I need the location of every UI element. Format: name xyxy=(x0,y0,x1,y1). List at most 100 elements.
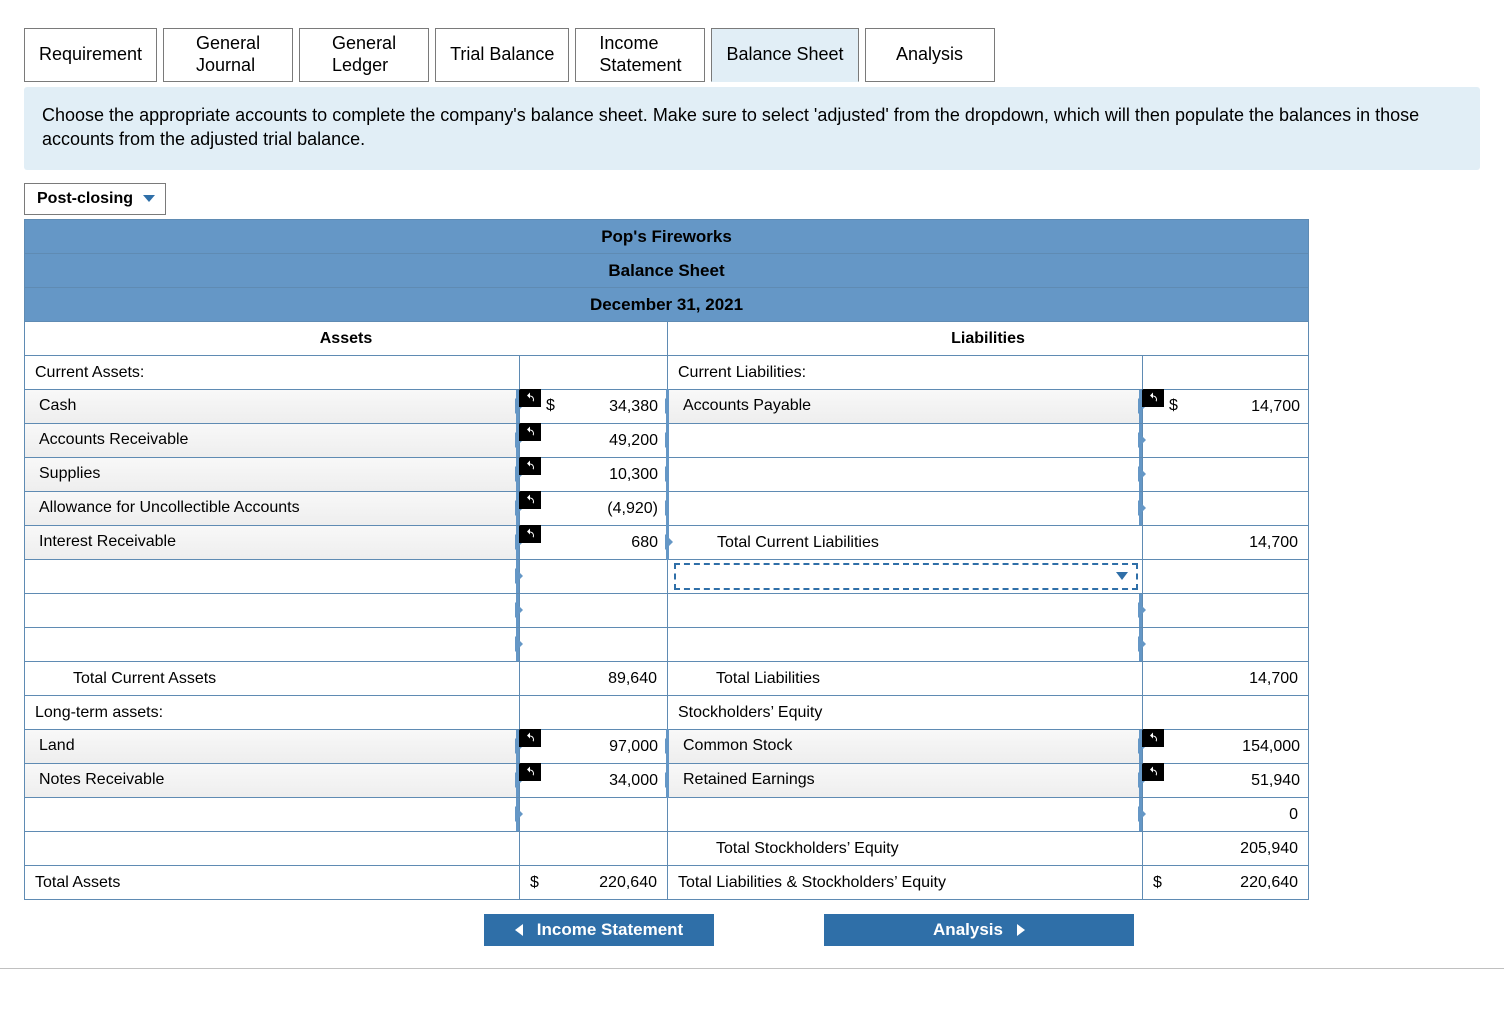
liability-dropdown[interactable] xyxy=(668,593,1143,627)
asset-label: Cash xyxy=(39,397,76,415)
equity-dropdown[interactable]: Common Stock xyxy=(668,729,1143,763)
company-name: Pop's Fireworks xyxy=(25,219,1309,253)
asset-dropdown[interactable] xyxy=(25,797,520,831)
divider xyxy=(0,968,1504,969)
total-stockholders-equity-label: Total Stockholders’ Equity xyxy=(668,831,1143,865)
undo-icon[interactable] xyxy=(519,525,541,543)
asset-value-input[interactable]: 97,000 xyxy=(520,729,668,763)
total-current-liabilities-label: Total Current Liabilities xyxy=(668,525,1143,559)
trial-balance-type-value: Post-closing xyxy=(37,190,133,208)
undo-icon[interactable] xyxy=(519,729,541,747)
asset-value-input[interactable]: 34,000 xyxy=(520,763,668,797)
blank-cell xyxy=(520,355,668,389)
equity-value-input[interactable]: 154,000 xyxy=(1143,729,1309,763)
dollar-sign: $ xyxy=(530,874,539,892)
asset-dropdown[interactable]: Land xyxy=(25,729,520,763)
next-button-label: Analysis xyxy=(933,920,1003,940)
total-stockholders-equity-value: 205,940 xyxy=(1143,831,1309,865)
total-liab-se-value-cell: $ 220,640 xyxy=(1143,865,1309,899)
liability-value-input[interactable] xyxy=(1143,457,1309,491)
dollar-sign: $ xyxy=(546,397,555,415)
tab-income-statement[interactable]: IncomeStatement xyxy=(575,28,705,82)
blank-cell xyxy=(520,695,668,729)
assets-heading: Assets xyxy=(25,321,668,355)
asset-value-input[interactable]: (4,920) xyxy=(520,491,668,525)
equity-dropdown[interactable]: Retained Earnings xyxy=(668,763,1143,797)
total-current-assets-label: Total Current Assets xyxy=(25,661,520,695)
asset-label: Interest Receivable xyxy=(39,533,176,551)
equity-value-input[interactable]: 51,940 xyxy=(1143,763,1309,797)
total-assets-value-cell: $ 220,640 xyxy=(520,865,668,899)
asset-label: Accounts Receivable xyxy=(39,431,188,449)
asset-value-input[interactable]: 10,300 xyxy=(520,457,668,491)
liability-dropdown[interactable]: Accounts Payable xyxy=(668,389,1143,423)
total-liabilities-label: Total Liabilities xyxy=(668,661,1143,695)
asset-value-input[interactable]: 680 xyxy=(520,525,668,559)
asset-dropdown[interactable]: Notes Receivable xyxy=(25,763,520,797)
stockholders-equity-label: Stockholders’ Equity xyxy=(668,695,1143,729)
total-liab-se-label: Total Liabilities & Stockholders’ Equity xyxy=(668,865,1143,899)
asset-label: Notes Receivable xyxy=(39,771,164,789)
tab-analysis[interactable]: Analysis xyxy=(865,28,995,82)
asset-dropdown[interactable] xyxy=(25,559,520,593)
total-liabilities-value: 14,700 xyxy=(1143,661,1309,695)
asset-value-input[interactable]: 49,200 xyxy=(520,423,668,457)
undo-icon[interactable] xyxy=(1142,763,1164,781)
asset-value-input[interactable] xyxy=(520,627,668,661)
tab-balance-sheet[interactable]: Balance Sheet xyxy=(711,28,858,82)
tab-requirement[interactable]: Requirement xyxy=(24,28,157,82)
trial-balance-type-select[interactable]: Post-closing xyxy=(24,183,166,215)
undo-icon[interactable] xyxy=(519,491,541,509)
asset-value-input[interactable] xyxy=(520,797,668,831)
liability-value-input[interactable] xyxy=(1143,593,1309,627)
asset-dropdown[interactable]: Accounts Receivable xyxy=(25,423,520,457)
total-current-liabilities-value: 14,700 xyxy=(1143,525,1309,559)
liability-value-input[interactable] xyxy=(1143,491,1309,525)
liability-dropdown[interactable] xyxy=(668,627,1143,661)
undo-icon[interactable] xyxy=(519,423,541,441)
liability-value-input[interactable] xyxy=(1143,423,1309,457)
tab-trial-balance[interactable]: Trial Balance xyxy=(435,28,569,82)
chevron-right-icon xyxy=(1017,924,1025,936)
total-current-assets-value: 89,640 xyxy=(520,661,668,695)
liability-value-input[interactable] xyxy=(1143,627,1309,661)
undo-icon[interactable] xyxy=(1142,729,1164,747)
liability-dropdown[interactable] xyxy=(668,457,1143,491)
total-liab-se-value: 220,640 xyxy=(1240,874,1298,891)
bottom-nav: Income Statement Analysis xyxy=(484,914,1480,946)
equity-value[interactable]: 0 xyxy=(1143,797,1309,831)
liability-dropdown[interactable] xyxy=(668,423,1143,457)
instructions-text: Choose the appropriate accounts to compl… xyxy=(42,105,1419,149)
dollar-sign: $ xyxy=(1153,874,1162,892)
statement-title: Balance Sheet xyxy=(25,253,1309,287)
asset-value-input[interactable] xyxy=(520,559,668,593)
asset-dropdown[interactable] xyxy=(25,627,520,661)
liability-value-input[interactable]: $ 14,700 xyxy=(1143,389,1309,423)
asset-dropdown[interactable]: Supplies xyxy=(25,457,520,491)
asset-value-input[interactable] xyxy=(520,593,668,627)
liability-dropdown[interactable] xyxy=(668,491,1143,525)
longterm-assets-label: Long-term assets: xyxy=(25,695,520,729)
asset-value-input[interactable]: $ 34,380 xyxy=(520,389,668,423)
equity-value: 154,000 xyxy=(1143,738,1300,756)
prev-button[interactable]: Income Statement xyxy=(484,914,714,946)
asset-label: Allowance for Uncollectible Accounts xyxy=(39,499,300,517)
undo-icon[interactable] xyxy=(519,457,541,475)
equity-label: Common Stock xyxy=(683,737,792,755)
undo-icon[interactable] xyxy=(1142,389,1164,407)
undo-icon[interactable] xyxy=(519,389,541,407)
undo-icon[interactable] xyxy=(519,763,541,781)
liability-value-input[interactable] xyxy=(1143,559,1309,593)
asset-dropdown[interactable]: Interest Receivable xyxy=(25,525,520,559)
equity-dropdown[interactable] xyxy=(668,797,1143,831)
chevron-left-icon xyxy=(515,924,523,936)
next-button[interactable]: Analysis xyxy=(824,914,1134,946)
asset-dropdown[interactable] xyxy=(25,593,520,627)
liability-dropdown-active[interactable] xyxy=(668,559,1143,593)
balance-sheet-table: Pop's Fireworks Balance Sheet December 3… xyxy=(24,219,1309,900)
tab-general-journal[interactable]: GeneralJournal xyxy=(163,28,293,82)
tab-general-ledger[interactable]: GeneralLedger xyxy=(299,28,429,82)
blank-cell xyxy=(1143,695,1309,729)
asset-dropdown[interactable]: Allowance for Uncollectible Accounts xyxy=(25,491,520,525)
asset-dropdown[interactable]: Cash xyxy=(25,389,520,423)
